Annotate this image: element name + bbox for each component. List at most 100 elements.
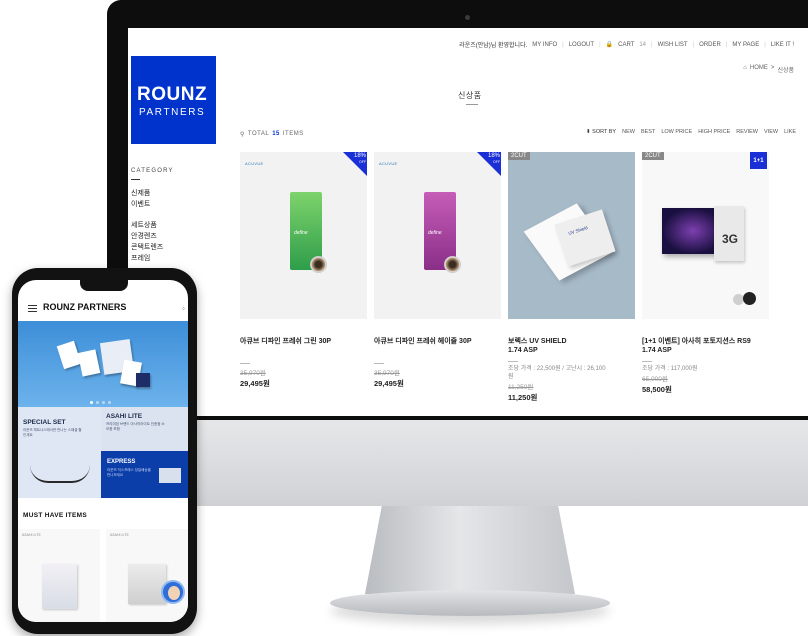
camera-icon	[465, 15, 470, 20]
asahi-lite-banner[interactable]: ASAHI LITE 프리미엄 브랜드 아사히라이트 인증점 소모품 포함	[101, 407, 188, 451]
glasses-image	[30, 465, 90, 483]
asahi-lite-text: 프리미엄 브랜드 아사히라이트 인증점 소모품 포함	[106, 422, 165, 431]
must-have-item[interactable]: ASAHI LITE	[106, 529, 188, 622]
express-title: EXPRESS	[107, 459, 136, 465]
sort-by-label: ⬍ SORT BY	[586, 129, 617, 135]
sort-low-price[interactable]: LOW PRICE	[661, 129, 692, 135]
discount-text: 18% OFF	[487, 153, 500, 164]
lock-icon: 🔒	[605, 42, 614, 48]
product-card[interactable]: UV Shield 2CUT 보렉스 UV SHIELD 1.74 ASP 조당 …	[508, 152, 635, 403]
items-label: ITEMS	[282, 131, 304, 137]
sort-best[interactable]: BEST	[641, 129, 655, 135]
monitor-stand	[365, 506, 575, 594]
breadcrumb: ⌂ HOME > 신상품	[743, 65, 794, 74]
category-frame[interactable]: 프레임	[131, 253, 221, 264]
cart-count: 14	[639, 41, 647, 48]
mobile-logo[interactable]: ROUNZ PARTNERS	[43, 302, 126, 312]
product-name[interactable]: 보렉스 UV SHIELD 1.74 ASP	[508, 337, 635, 355]
sort-view[interactable]: VIEW	[764, 129, 778, 135]
sort-bar: ⬍ SORT BY NEW BEST LOW PRICE HIGH PRICE …	[586, 129, 796, 135]
must-have-item[interactable]: ASAHI LITE	[18, 529, 100, 622]
category-lens[interactable]: 안경렌즈	[131, 231, 221, 242]
cart-link[interactable]: CART	[618, 42, 634, 48]
asahi-lite-title: ASAHI LITE	[106, 413, 143, 420]
greeting-text: 라운즈(안남)님 환영합니다.	[459, 43, 528, 49]
item-brand-label: ASAHI LITE	[110, 533, 129, 537]
product-name[interactable]: [1+1 이벤트] 아사히 포토지션스 RS9 1.74 ASP	[642, 337, 769, 355]
total-label: TOTAL	[247, 131, 270, 137]
top-utility-bar: 라운즈(안남)님 환영합니다. MY INFO | LOGOUT | 🔒 CAR…	[459, 41, 794, 50]
special-set-title: SPECIAL SET	[23, 419, 66, 426]
user-icon[interactable]: ◦	[182, 304, 185, 313]
mobile-hero-banner[interactable]	[18, 321, 188, 407]
sort-review[interactable]: REVIEW	[736, 129, 758, 135]
hero-product-card	[136, 373, 150, 387]
category-contact-lens[interactable]: 콘택트렌즈	[131, 242, 221, 253]
product-card[interactable]: ACUVUE define 18% OFF 아큐브 디파인 프레쉬 그린 30P …	[240, 152, 367, 389]
my-page-link[interactable]: MY PAGE	[732, 42, 759, 48]
one-plus-one-badge: 1+1	[750, 152, 767, 169]
sort-like[interactable]: LIKE	[784, 129, 796, 135]
hamburger-icon[interactable]	[28, 305, 37, 314]
search-icon: ⚲	[240, 132, 245, 138]
my-info-link[interactable]: MY INFO	[532, 42, 557, 48]
category-sidebar: CATEGORY 신제품 이벤트 세트상품 안경렌즈 콘택트렌즈 프레임	[131, 168, 221, 264]
special-set-banner[interactable]: SPECIAL SET 라운즈 파트너스에서만 만나는 스페셜 할인세트	[18, 407, 101, 498]
express-text: 라운즈 익스프레스 당일배송을 만나보세요	[107, 468, 151, 477]
sale-price: 29,495원	[240, 379, 270, 388]
avatar-face-icon	[168, 586, 180, 600]
sale-price: 58,500원	[642, 385, 672, 394]
chat-avatar-button[interactable]	[161, 580, 185, 604]
box-label: define	[428, 230, 442, 236]
wish-list-link[interactable]: WISH LIST	[658, 42, 688, 48]
product-image[interactable]: ACUVUE define 18% OFF	[240, 152, 367, 319]
carousel-dots[interactable]	[90, 401, 111, 404]
total-number: 15	[272, 131, 280, 137]
category-set[interactable]: 세트상품	[131, 220, 221, 231]
product-card[interactable]: ACUVUE define 18% OFF 아큐브 디파인 프레쉬 헤이즐 30P…	[374, 152, 501, 389]
photo-text: 3G	[722, 232, 739, 246]
logout-link[interactable]: LOGOUT	[569, 42, 594, 48]
cut-tag: 2CUT	[508, 152, 530, 160]
home-icon: ⌂	[743, 65, 747, 71]
breadcrumb-home[interactable]: HOME	[750, 65, 768, 74]
phone-notch	[80, 280, 128, 291]
original-price: 11,250원	[508, 384, 534, 391]
brand-mark: ACUVUE	[245, 161, 264, 166]
original-price: 35,970원	[240, 370, 266, 377]
category-divider	[131, 179, 140, 180]
product-info: 조당 가격 : 22,500원 / 고난시 : 26,100 원	[508, 366, 606, 380]
lens-sample-image	[743, 292, 756, 305]
monitor-base	[330, 590, 610, 616]
product-name[interactable]: 아큐브 디파인 프레쉬 그린 30P	[240, 337, 367, 355]
product-image[interactable]: 3G 2CUT 1+1	[642, 152, 769, 319]
mobile-header: ROUNZ PARTNERS ◦	[18, 296, 188, 322]
like-it-link[interactable]: LIKE IT !	[771, 42, 794, 48]
express-box-image	[159, 468, 181, 483]
logo-sub-text: PARTNERS	[139, 107, 206, 118]
breadcrumb-separator: >	[770, 65, 775, 71]
product-image[interactable]: ACUVUE define 18% OFF	[374, 152, 501, 319]
original-price: 65,000원	[642, 376, 668, 383]
express-banner[interactable]: EXPRESS 라운즈 익스프레스 당일배송을 만나보세요	[101, 451, 188, 498]
category-title: CATEGORY	[131, 168, 174, 174]
sale-price: 11,250원	[508, 393, 538, 402]
mobile-screen: ROUNZ PARTNERS ◦ SPECIAL SET 라운즈 파트너스에서만…	[18, 280, 188, 622]
product-card[interactable]: 3G 2CUT 1+1 [1+1 이벤트] 아사히 포토지션스 RS9 1.74 …	[642, 152, 769, 395]
product-name[interactable]: 아큐브 디파인 프레쉬 헤이즐 30P	[374, 337, 501, 355]
category-event[interactable]: 이벤트	[131, 199, 221, 210]
category-new[interactable]: 신제품	[131, 188, 221, 199]
product-image[interactable]: UV Shield 2CUT	[508, 152, 635, 319]
mobile-promo-grid: SPECIAL SET 라운즈 파트너스에서만 만나는 스페셜 할인세트 ASA…	[18, 407, 188, 498]
breadcrumb-current: 신상품	[777, 68, 794, 74]
price-divider	[508, 361, 518, 362]
desktop-screen: 라운즈(안남)님 환영합니다. MY INFO | LOGOUT | 🔒 CAR…	[128, 28, 808, 416]
sort-high-price[interactable]: HIGH PRICE	[698, 129, 730, 135]
product-info: 조당 가격 : 117,000원	[642, 366, 698, 372]
monitor-chin	[107, 420, 808, 506]
site-logo[interactable]: ROUNZ PARTNERS	[131, 56, 216, 144]
sale-price: 29,495원	[374, 379, 404, 388]
order-link[interactable]: ORDER	[699, 42, 721, 48]
sort-new[interactable]: NEW	[622, 129, 635, 135]
page-title-divider	[466, 104, 478, 105]
